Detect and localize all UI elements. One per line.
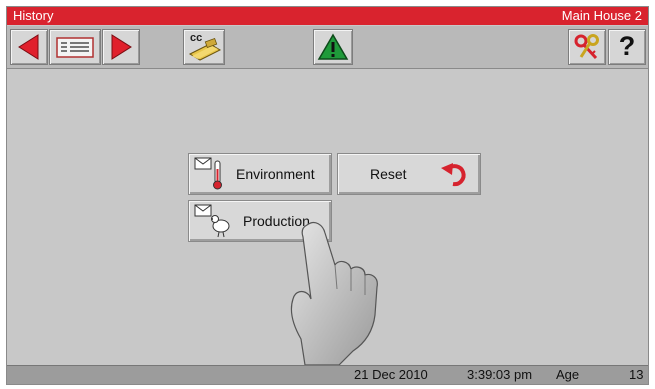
status-date: 21 Dec 2010: [354, 367, 428, 382]
pointing-hand-icon: [290, 221, 378, 366]
title-bar: History Main House 2: [7, 7, 648, 25]
access-keys-button[interactable]: [568, 29, 606, 65]
undo-arrow-icon: [441, 163, 466, 187]
environment-label: Environment: [236, 166, 315, 182]
reset-button[interactable]: Reset: [337, 153, 481, 195]
keys-icon: [574, 34, 599, 60]
envelope-thermometer-icon: [194, 157, 222, 190]
reset-label: Reset: [370, 166, 407, 182]
warning-icon: [317, 33, 349, 60]
cc-button[interactable]: cc: [183, 29, 225, 65]
cc-card-icon: [188, 37, 222, 61]
back-button[interactable]: [10, 29, 48, 65]
status-time: 3:39:03 pm: [467, 367, 533, 382]
help-icon: ?: [618, 31, 636, 61]
envelope-chicken-icon: [194, 204, 230, 238]
toolbar: cc ?: [7, 26, 648, 69]
status-bar: 21 Dec 2010 3:39:03 pm Age 13: [7, 365, 648, 384]
controller-screen: History Main House 2 cc ? Environment Re…: [6, 6, 649, 385]
list-icon: [56, 37, 94, 58]
screen-title: History: [13, 8, 54, 23]
list-button[interactable]: [49, 29, 101, 65]
forward-button[interactable]: [102, 29, 140, 65]
house-name: Main House 2: [561, 8, 642, 23]
left-arrow-icon: [18, 34, 39, 60]
environment-button[interactable]: Environment: [188, 153, 332, 195]
right-arrow-icon: [111, 34, 132, 60]
help-button[interactable]: ?: [608, 29, 646, 65]
alarm-button[interactable]: [313, 29, 353, 65]
age-label: Age: [556, 367, 580, 382]
age-value: 13: [629, 367, 644, 382]
